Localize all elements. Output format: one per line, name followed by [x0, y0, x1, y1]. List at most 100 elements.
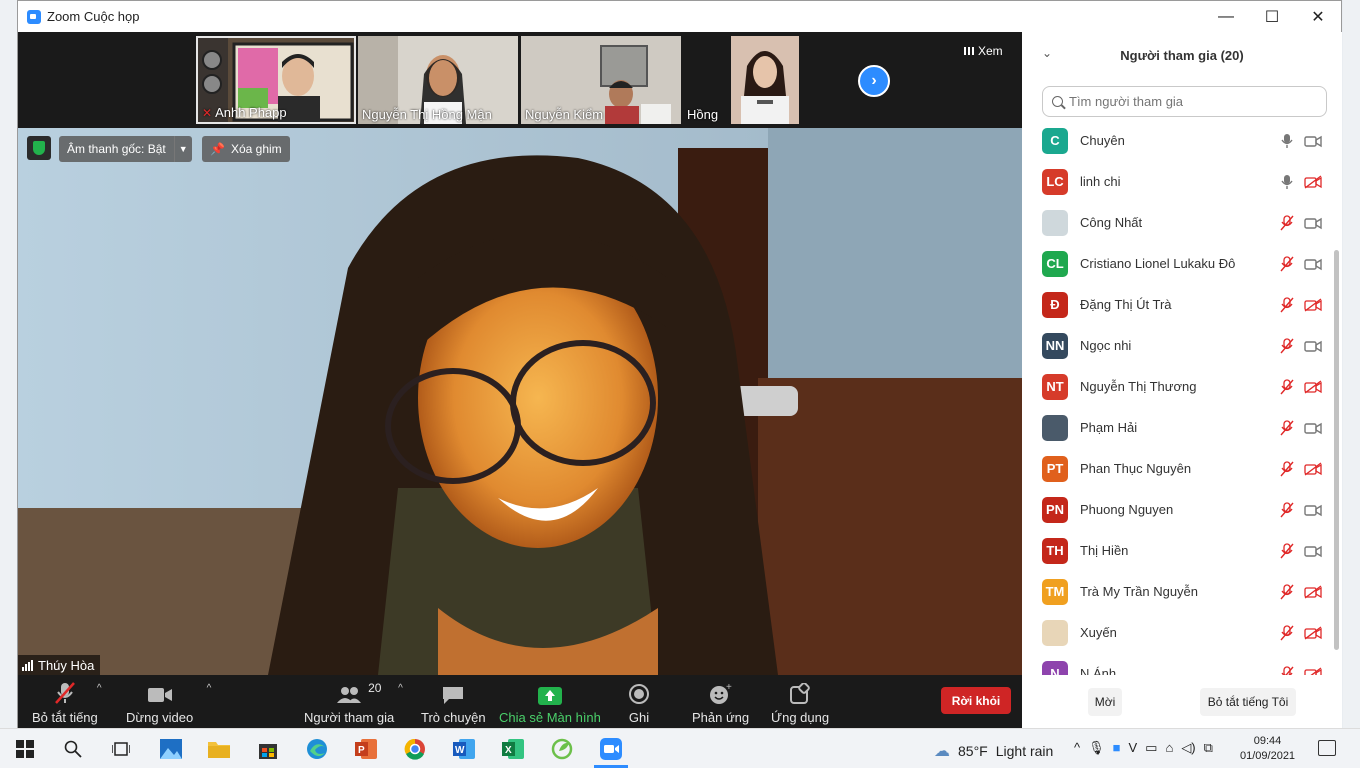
- video-camera-icon: [1304, 545, 1322, 557]
- thumbnail-name-text: Anhh Phapp: [215, 105, 287, 120]
- avatar: NN: [1042, 332, 1068, 359]
- unpin-button[interactable]: 📌 Xóa ghim: [202, 136, 290, 162]
- participant-list-scrollbar[interactable]: [1334, 120, 1340, 650]
- avatar: TH: [1042, 537, 1068, 564]
- participant-row[interactable]: PN Phuong Nguyen: [1022, 489, 1334, 530]
- participants-panel: ⌄ Người tham gia (20) CChuyênLClinh chiC…: [1022, 32, 1342, 729]
- apps-button[interactable]: Ứng dụng: [771, 681, 829, 725]
- vpn-tray-icon[interactable]: V: [1128, 740, 1137, 756]
- microphone-muted-icon: [1280, 255, 1294, 271]
- stop-video-button[interactable]: ^ Dừng video: [126, 681, 211, 725]
- file-explorer-icon[interactable]: [208, 739, 230, 759]
- chevron-up-icon[interactable]: ^: [97, 683, 102, 694]
- zoom-app-icon: [27, 9, 41, 24]
- chevron-down-icon[interactable]: ▼: [173, 136, 192, 162]
- thumbnail-name: Nguyễn Kiểm: [525, 107, 604, 122]
- word-icon[interactable]: W: [453, 739, 475, 759]
- record-button[interactable]: Ghi: [628, 681, 650, 725]
- input-method-icon[interactable]: ⧉: [1204, 740, 1213, 756]
- chevron-right-icon: ›: [871, 72, 877, 89]
- reactions-label: Phản ứng: [692, 710, 750, 725]
- participant-row[interactable]: TH Thị Hiền: [1022, 530, 1334, 571]
- store-icon[interactable]: [257, 739, 279, 759]
- video-camera-off-icon: [1304, 584, 1322, 599]
- microphone-tray-icon[interactable]: 🎙: [1088, 740, 1105, 756]
- view-label: Xem: [978, 44, 1003, 58]
- unmute-me-button[interactable]: Bỏ tắt tiếng Tôi: [1200, 688, 1296, 716]
- app-leaf-icon[interactable]: [551, 738, 573, 760]
- apps-icon: [789, 681, 811, 705]
- participant-row[interactable]: Công Nhất: [1022, 202, 1334, 243]
- mute-button[interactable]: ^ Bỏ tắt tiếng: [32, 681, 102, 725]
- speaker-name: Thúy Hòa: [38, 657, 95, 673]
- next-page-button[interactable]: ›: [858, 65, 890, 97]
- video-camera-off-icon: [1304, 174, 1322, 189]
- security-shield-icon[interactable]: [27, 136, 51, 160]
- excel-icon[interactable]: X: [502, 739, 524, 759]
- powerpoint-icon[interactable]: P: [355, 739, 377, 759]
- notification-icon[interactable]: [1318, 740, 1336, 756]
- invite-button[interactable]: Mời: [1088, 688, 1122, 716]
- search-icon[interactable]: [62, 739, 84, 759]
- chevron-up-icon[interactable]: ^: [207, 683, 212, 694]
- participant-row[interactable]: TM Trà My Trần Nguyễn: [1022, 571, 1334, 612]
- participant-row[interactable]: CL Cristiano Lionel Lukaku Đô: [1022, 243, 1334, 284]
- avatar: Đ: [1042, 291, 1068, 318]
- photos-app-icon[interactable]: [160, 739, 182, 759]
- video-thumbnail[interactable]: ✕ Anhh Phapp: [196, 36, 356, 124]
- minimize-button[interactable]: —: [1203, 1, 1249, 32]
- participant-search[interactable]: [1042, 86, 1327, 117]
- avatar: LC: [1042, 168, 1068, 195]
- microphone-muted-icon: [1281, 665, 1294, 675]
- mic-muted-icon: ^: [53, 681, 102, 705]
- participant-row[interactable]: Xuyến: [1022, 612, 1334, 653]
- thumbnail-name: Hồng: [687, 107, 719, 122]
- title-bar: Zoom Cuộc họp — ☐ ✕: [18, 1, 1341, 32]
- participant-row[interactable]: Phạm Hải: [1022, 407, 1334, 448]
- chat-button[interactable]: Trò chuyện: [421, 681, 486, 725]
- participant-row[interactable]: NT Nguyễn Thị Thương: [1022, 366, 1334, 407]
- desktop-background-left: [0, 0, 17, 728]
- svg-text:P: P: [358, 745, 365, 756]
- share-screen-button[interactable]: Chia sẻ Màn hình: [499, 681, 601, 725]
- edge-browser-icon[interactable]: [306, 739, 328, 759]
- participant-row[interactable]: Đ Đặng Thị Út Trà: [1022, 284, 1334, 325]
- task-view-icon[interactable]: [110, 739, 132, 759]
- zoom-taskbar-icon[interactable]: [594, 738, 628, 768]
- signal-bars-icon: [22, 659, 33, 671]
- taskbar-clock[interactable]: 09:44 01/09/2021: [1240, 734, 1295, 764]
- participant-row[interactable]: NN Ngọc nhi: [1022, 325, 1334, 366]
- chevron-up-icon[interactable]: ^: [398, 683, 403, 694]
- participant-row[interactable]: LC linh chi: [1022, 161, 1334, 202]
- participant-row[interactable]: PT Phan Thục Nguyên: [1022, 448, 1334, 489]
- chevron-down-icon[interactable]: ⌄: [1042, 46, 1052, 60]
- video-thumbnail[interactable]: Nguyễn Thị Hồng Mận: [358, 36, 518, 124]
- close-button[interactable]: ✕: [1295, 1, 1341, 32]
- microphone-muted-icon: [1280, 296, 1294, 312]
- microphone-icon: [1281, 133, 1293, 148]
- original-audio-toggle[interactable]: Âm thanh gốc: Bật ▼: [59, 136, 192, 162]
- active-speaker-video[interactable]: [18, 128, 1022, 675]
- chrome-browser-icon[interactable]: [404, 738, 426, 760]
- participants-button[interactable]: 20 ^ Người tham gia: [304, 681, 403, 725]
- zoom-meeting-window: Zoom Cuộc họp — ☐ ✕ ✕ Anhh Phapp Nguyễn …: [17, 0, 1342, 729]
- chevron-up-icon[interactable]: ^: [1074, 740, 1080, 756]
- leave-button[interactable]: Rời khỏi: [941, 687, 1011, 714]
- view-button[interactable]: Xem: [964, 44, 1003, 58]
- battery-icon[interactable]: ▭: [1145, 740, 1157, 756]
- microphone-muted-icon: [1280, 501, 1294, 517]
- avatar: [1042, 209, 1068, 236]
- network-icon[interactable]: ⌂: [1165, 740, 1173, 756]
- video-thumbnail[interactable]: Nguyễn Kiểm: [521, 36, 681, 124]
- reactions-button[interactable]: + Phản ứng: [692, 681, 749, 725]
- participant-search-input[interactable]: [1069, 94, 1309, 109]
- windows-start-icon[interactable]: [14, 739, 36, 759]
- volume-icon[interactable]: ◁): [1181, 740, 1195, 756]
- video-thumbnail[interactable]: Hồng: [683, 36, 843, 124]
- weather-widget[interactable]: ☁ 85°F Light rain: [934, 741, 1053, 761]
- participant-row[interactable]: N N Ánh: [1022, 653, 1334, 675]
- maximize-button[interactable]: ☐: [1249, 1, 1295, 32]
- scrollbar-thumb[interactable]: [1334, 250, 1339, 650]
- zoom-tray-icon[interactable]: ■: [1113, 740, 1121, 756]
- participant-row[interactable]: C Chuyên: [1022, 120, 1334, 161]
